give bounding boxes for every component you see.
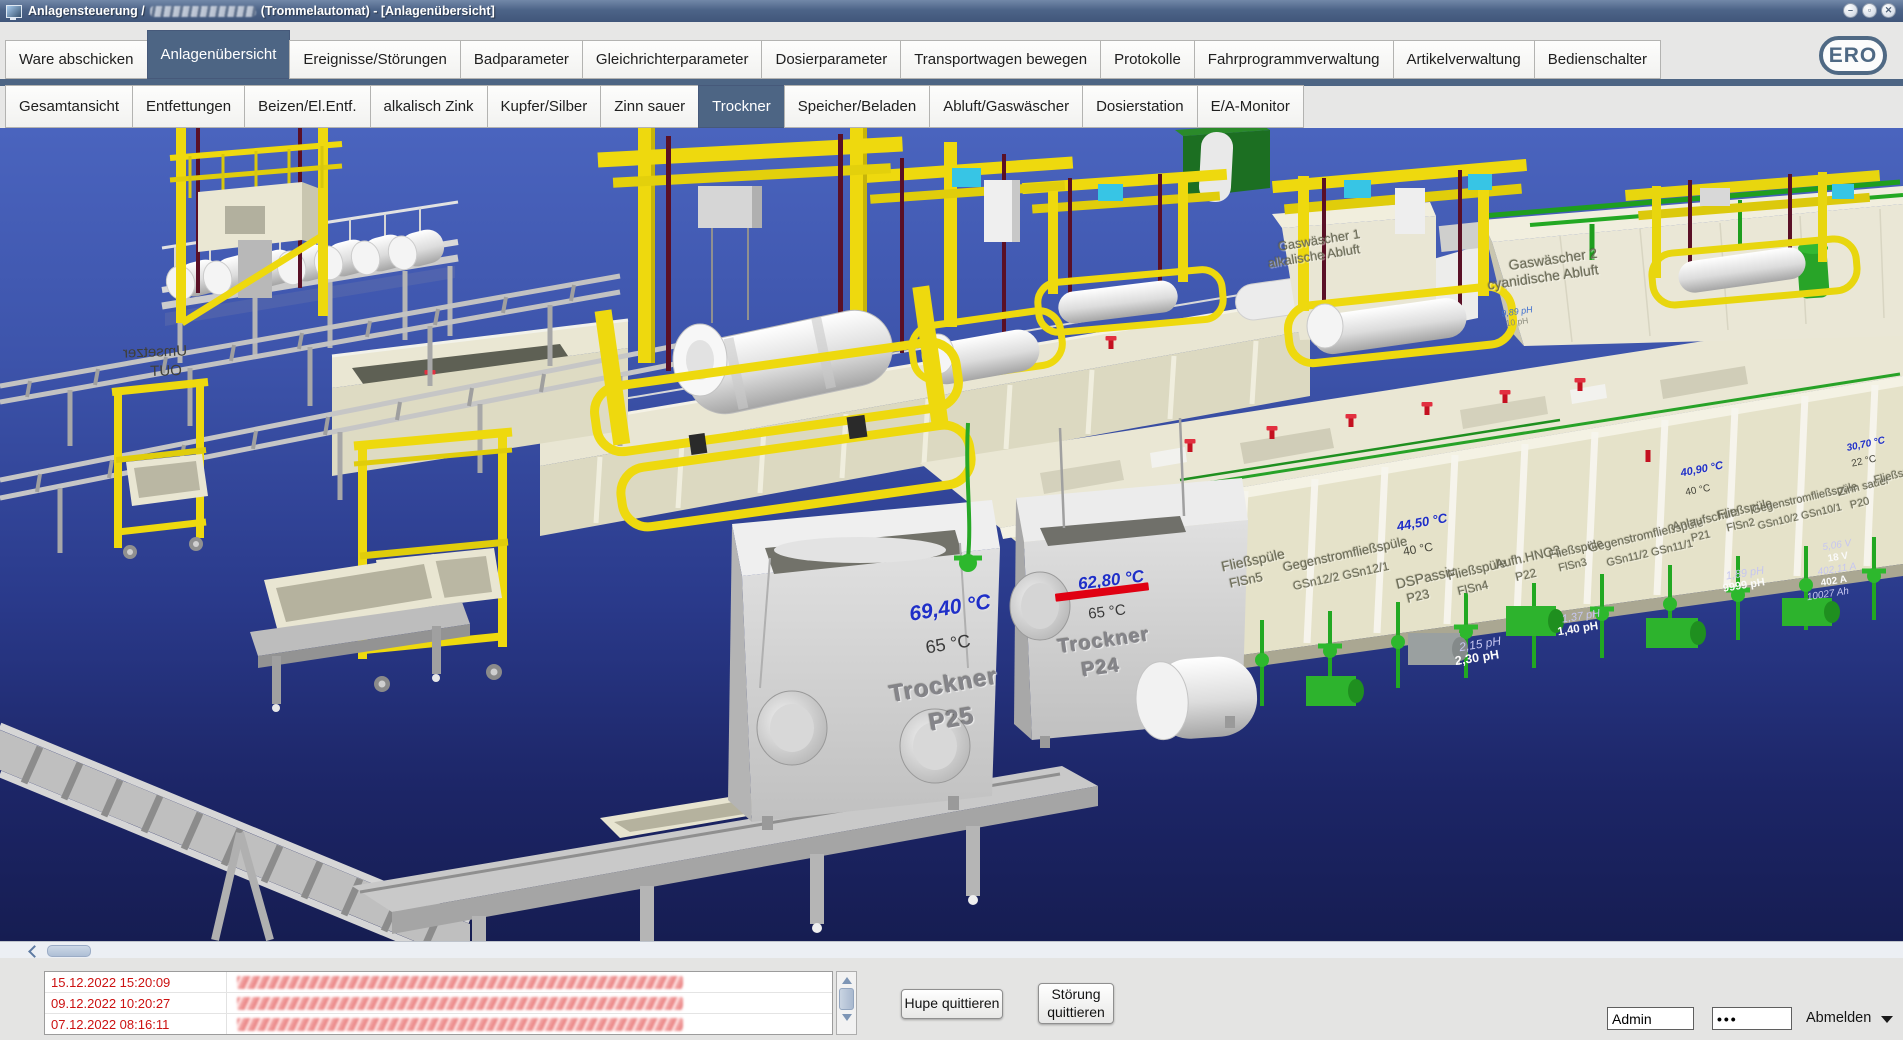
main-tab-anlagenübersicht[interactable]: Anlagenübersicht xyxy=(147,30,291,79)
title-bar: Anlagensteuerung / (Trommelautomat) - [A… xyxy=(0,0,1903,22)
sub-tab-trockner[interactable]: Trockner xyxy=(698,85,785,128)
restore-button[interactable]: ▫ xyxy=(1862,3,1877,18)
alarm-row[interactable]: 09.12.2022 10:20:27 xyxy=(45,993,832,1014)
redacted-plant-name xyxy=(150,6,256,17)
plant-control-window: Anlagensteuerung / (Trommelautomat) - [A… xyxy=(0,0,1903,1040)
alarm-message-redacted xyxy=(237,1018,683,1031)
username-input[interactable] xyxy=(1607,1007,1694,1030)
window-title-suffix: (Trommelautomat) - [Anlagenübersicht] xyxy=(261,4,495,18)
main-tab-ereignisse-störungen[interactable]: Ereignisse/Störungen xyxy=(289,40,460,79)
main-tab-protokolle[interactable]: Protokolle xyxy=(1100,40,1195,79)
sub-tab-gesamtansicht[interactable]: Gesamtansicht xyxy=(5,85,133,128)
window-title-prefix: Anlagensteuerung / xyxy=(28,4,145,18)
main-tab-fahrprogrammverwaltung[interactable]: Fahrprogrammverwaltung xyxy=(1194,40,1394,79)
main-tab-gleichrichterparameter[interactable]: Gleichrichterparameter xyxy=(582,40,763,79)
main-tab-transportwagen-bewegen[interactable]: Transportwagen bewegen xyxy=(900,40,1101,79)
sub-tab-entfettungen[interactable]: Entfettungen xyxy=(132,85,245,128)
app-monitor-icon xyxy=(6,5,22,18)
logout-button[interactable]: Abmelden xyxy=(1806,1010,1893,1026)
main-tab-bedienschalter[interactable]: Bedienschalter xyxy=(1534,40,1661,79)
close-button[interactable]: ✕ xyxy=(1881,3,1896,18)
chevron-down-icon xyxy=(1881,1016,1893,1023)
alarm-message-redacted xyxy=(237,997,683,1010)
window-title: Anlagensteuerung / (Trommelautomat) - [A… xyxy=(28,4,495,18)
status-footer: 15.12.2022 15:20:0909.12.2022 10:20:2707… xyxy=(0,958,1903,1040)
scroll-thumb[interactable] xyxy=(47,945,91,957)
main-tab-bar: Ware abschickenAnlagenübersichtEreigniss… xyxy=(6,30,1661,79)
alarm-list-scrollbar[interactable] xyxy=(836,971,857,1035)
ero-logo: ERO xyxy=(1819,36,1887,75)
main-tab-badparameter[interactable]: Badparameter xyxy=(460,40,583,79)
alarm-timestamp: 15.12.2022 15:20:09 xyxy=(45,972,227,992)
trockner-p25-unit xyxy=(728,500,1000,830)
sub-tab-dosierstation[interactable]: Dosierstation xyxy=(1082,85,1198,128)
alarm-row[interactable]: 07.12.2022 08:16:11 xyxy=(45,1014,832,1035)
alarm-list[interactable]: 15.12.2022 15:20:0909.12.2022 10:20:2707… xyxy=(44,971,833,1035)
main-tab-strip: Ware abschickenAnlagenübersichtEreigniss… xyxy=(0,22,1903,79)
password-input[interactable] xyxy=(1712,1007,1792,1030)
sub-tab-strip: GesamtansichtEntfettungenBeizen/El.Entf.… xyxy=(0,86,1903,128)
main-tab-ware-abschicken[interactable]: Ware abschicken xyxy=(5,40,148,79)
main-tab-artikelverwaltung[interactable]: Artikelverwaltung xyxy=(1393,40,1535,79)
scroll-left-icon[interactable] xyxy=(28,945,41,958)
alarm-timestamp: 07.12.2022 08:16:11 xyxy=(45,1014,227,1034)
sub-tab-zinn-sauer[interactable]: Zinn sauer xyxy=(600,85,699,128)
scroll-down-icon[interactable] xyxy=(842,1014,852,1021)
sub-tab-speicher-beladen[interactable]: Speicher/Beladen xyxy=(784,85,930,128)
alarm-message-redacted xyxy=(237,976,683,989)
sub-tab-kupfer-silber[interactable]: Kupfer/Silber xyxy=(487,85,602,128)
minimize-button[interactable]: – xyxy=(1843,3,1858,18)
sub-tab-e-a-monitor[interactable]: E/A-Monitor xyxy=(1197,85,1304,128)
logout-label: Abmelden xyxy=(1806,1010,1871,1026)
plant-3d-scene xyxy=(0,128,1903,941)
alarm-scroll-thumb[interactable] xyxy=(839,988,854,1010)
alarm-timestamp: 09.12.2022 10:20:27 xyxy=(45,993,227,1013)
main-tab-dosierparameter[interactable]: Dosierparameter xyxy=(761,40,901,79)
sub-tab-bar: GesamtansichtEntfettungenBeizen/El.Entf.… xyxy=(6,85,1304,128)
alarm-row[interactable]: 15.12.2022 15:20:09 xyxy=(45,972,832,993)
sub-tab-abluft-gaswäscher[interactable]: Abluft/Gaswäscher xyxy=(929,85,1083,128)
scene-h-scrollbar[interactable] xyxy=(0,941,1903,958)
horn-acknowledge-button[interactable]: Hupe quittieren xyxy=(901,989,1003,1019)
sub-tab-alkalisch-zink[interactable]: alkalisch Zink xyxy=(370,85,488,128)
sub-tab-beizen-el-entf-[interactable]: Beizen/El.Entf. xyxy=(244,85,370,128)
scroll-up-icon[interactable] xyxy=(842,977,852,984)
fault-acknowledge-button[interactable]: Störung quittieren xyxy=(1038,983,1114,1024)
plant-3d-viewport[interactable]: UmsetzerOUTGaswäscher 1alkalische Abluft… xyxy=(0,128,1903,941)
